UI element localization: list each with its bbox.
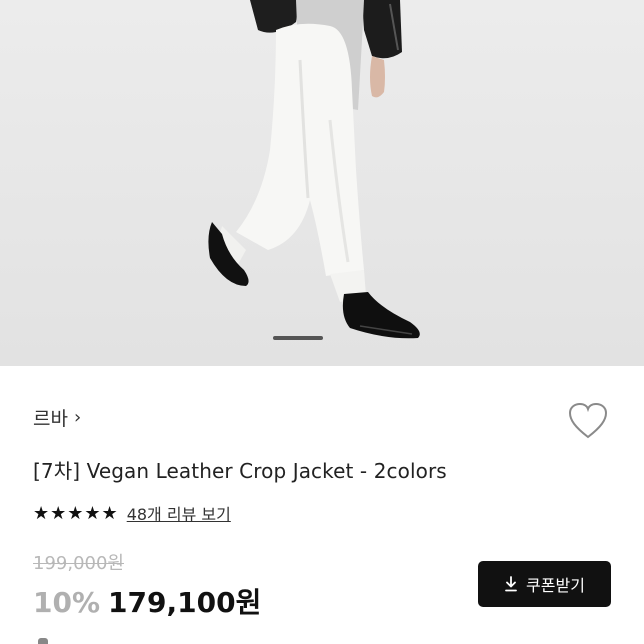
wishlist-button[interactable] — [566, 400, 610, 442]
brand-name: 르바 — [33, 408, 68, 430]
brand-link[interactable]: 르바 › — [33, 404, 81, 431]
chevron-right-icon: › — [73, 407, 82, 428]
review-link[interactable]: 48개 리뷰 보기 — [127, 501, 231, 525]
product-title: [7차] Vegan Leather Crop Jacket - 2colors — [33, 459, 447, 483]
final-price: 179,100원 — [108, 586, 262, 619]
coupon-button[interactable]: 쿠폰받기 — [478, 561, 611, 607]
original-price: 199,000원 — [33, 553, 124, 574]
discount-rate: 10% — [33, 586, 101, 619]
product-photo — [208, 0, 420, 339]
price-row: 10% 179,100원 — [33, 581, 261, 621]
coupon-label: 쿠폰받기 — [526, 576, 585, 595]
carousel-indicator[interactable] — [273, 336, 323, 340]
product-image-carousel[interactable] — [0, 0, 644, 366]
download-icon — [505, 576, 517, 592]
rating-row: ★★★★★ 48개 리뷰 보기 — [33, 501, 231, 525]
heart-icon — [568, 402, 608, 439]
rating-stars-icon: ★★★★★ — [33, 502, 119, 524]
partial-element — [38, 638, 48, 644]
